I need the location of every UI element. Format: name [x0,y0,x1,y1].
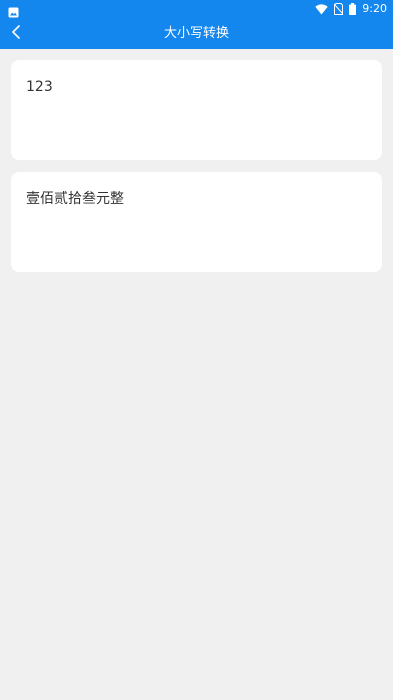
no-sim-icon [333,0,344,19]
status-icons: 9:20 [315,0,387,18]
image-icon [8,3,19,18]
page-title: 大小写转换 [163,26,229,41]
status-time: 9:20 [362,2,387,15]
status-bar: 9:20 [0,0,393,18]
battery-icon [349,0,357,19]
conversion-result-box: 壹佰贰拾叁元整 [11,172,382,272]
nav-bar: 大小写转换 [0,18,393,49]
conversion-result-text: 壹佰贰拾叁元整 [26,191,124,207]
amount-input-field[interactable]: 123 [11,60,382,160]
amount-input-value: 123 [26,79,53,95]
wifi-icon [315,0,328,19]
